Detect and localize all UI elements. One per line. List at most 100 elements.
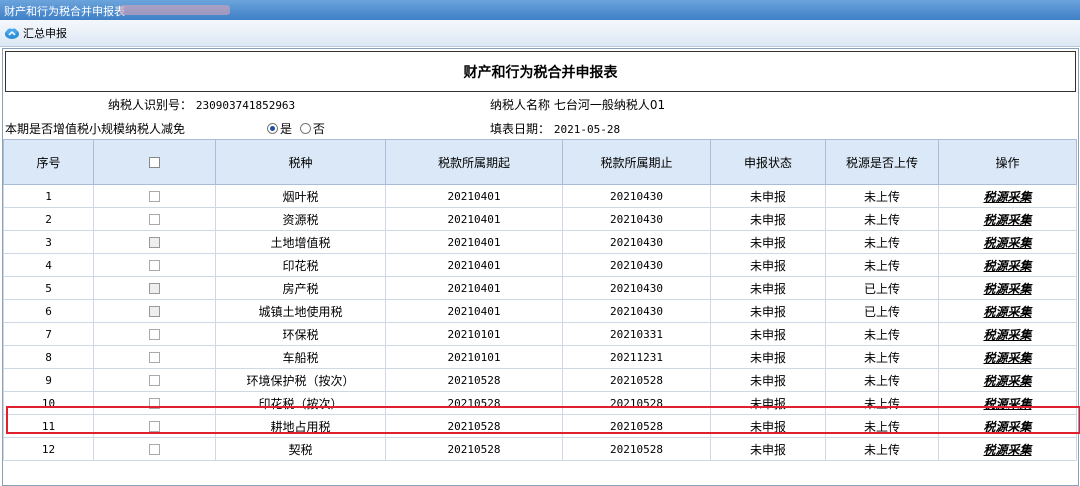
row-select <box>93 368 216 392</box>
collect-source-link[interactable]: 税源采集 <box>983 351 1031 365</box>
row-tax: 房产税 <box>215 276 386 300</box>
table-row[interactable]: 7 环保税 20210101 20210331 未申报 未上传 税源采集 <box>3 322 1077 346</box>
row-end: 20210528 <box>562 368 711 392</box>
row-checkbox[interactable] <box>149 329 160 340</box>
row-no: 5 <box>3 276 94 300</box>
select-all-checkbox[interactable] <box>149 157 160 168</box>
row-start: 20210101 <box>385 322 563 346</box>
cloud-icon <box>5 28 19 39</box>
form-panel: 财产和行为税合并申报表 纳税人识别号： 230903741852963 纳税人名… <box>2 48 1080 486</box>
table-row[interactable]: 9 环境保护税（按次） 20210528 20210528 未申报 未上传 税源采集 <box>3 368 1077 392</box>
row-tax: 环保税 <box>215 322 386 346</box>
table-row[interactable]: 5 房产税 20210401 20210430 未申报 已上传 税源采集 <box>3 276 1077 300</box>
row-tax: 车船税 <box>215 345 386 369</box>
collect-source-link[interactable]: 税源采集 <box>983 259 1031 273</box>
col-header-start: 税款所属期起 <box>385 139 563 185</box>
relief-no-radio[interactable] <box>299 123 311 134</box>
collect-source-link[interactable]: 税源采集 <box>983 190 1031 204</box>
taxpayer-name-row: 纳税人名称 七台河一般纳税人01 <box>490 96 665 113</box>
table-row[interactable]: 2 资源税 20210401 20210430 未申报 未上传 税源采集 <box>3 207 1077 231</box>
row-status: 未申报 <box>710 253 826 277</box>
row-upload: 未上传 <box>825 391 939 415</box>
relief-yes-radio[interactable] <box>267 123 278 134</box>
table-row[interactable]: 3 土地增值税 20210401 20210430 未申报 未上传 税源采集 <box>3 230 1077 254</box>
fill-date-row: 填表日期： 2021-05-28 <box>490 120 620 137</box>
row-checkbox[interactable] <box>149 260 160 271</box>
row-status: 未申报 <box>710 414 826 438</box>
row-end: 20210430 <box>562 253 711 277</box>
row-checkbox[interactable] <box>149 352 160 363</box>
table-row[interactable]: 1 烟叶税 20210401 20210430 未申报 未上传 税源采集 <box>3 184 1077 208</box>
row-start: 20210401 <box>385 184 563 208</box>
row-status: 未申报 <box>710 230 826 254</box>
row-action: 税源采集 <box>938 437 1077 461</box>
row-checkbox[interactable] <box>149 237 160 248</box>
row-no: 11 <box>3 414 94 438</box>
table-row[interactable]: 8 车船税 20210101 20211231 未申报 未上传 税源采集 <box>3 345 1077 369</box>
row-tax: 印花税（按次） <box>215 391 386 415</box>
row-upload: 未上传 <box>825 437 939 461</box>
relief-no-label: 否 <box>312 122 325 136</box>
table-row[interactable]: 10 印花税（按次） 20210528 20210528 未申报 未上传 税源采集 <box>3 391 1077 415</box>
row-checkbox[interactable] <box>149 306 160 317</box>
row-status: 未申报 <box>710 276 826 300</box>
row-end: 20210331 <box>562 322 711 346</box>
row-action: 税源采集 <box>938 322 1077 346</box>
relief-label: 本期是否增值税小规模纳税人减免 <box>5 122 186 136</box>
row-checkbox[interactable] <box>149 398 160 409</box>
row-checkbox[interactable] <box>149 421 160 432</box>
row-start: 20210101 <box>385 345 563 369</box>
table-row[interactable]: 12 契税 20210528 20210528 未申报 未上传 税源采集 <box>3 437 1077 461</box>
row-end: 20210528 <box>562 437 711 461</box>
row-select <box>93 276 216 300</box>
row-action: 税源采集 <box>938 368 1077 392</box>
row-tax: 资源税 <box>215 207 386 231</box>
collect-source-link[interactable]: 税源采集 <box>983 282 1031 296</box>
row-checkbox[interactable] <box>149 444 160 455</box>
collect-source-link[interactable]: 税源采集 <box>983 213 1031 227</box>
collect-source-link[interactable]: 税源采集 <box>983 305 1031 319</box>
col-header-action: 操作 <box>938 139 1077 185</box>
row-upload: 已上传 <box>825 299 939 323</box>
row-no: 6 <box>3 299 94 323</box>
col-header-select <box>93 139 216 185</box>
row-checkbox[interactable] <box>149 214 160 225</box>
row-upload: 未上传 <box>825 230 939 254</box>
row-action: 税源采集 <box>938 299 1077 323</box>
collect-source-link[interactable]: 税源采集 <box>983 374 1031 388</box>
row-no: 1 <box>3 184 94 208</box>
row-status: 未申报 <box>710 207 826 231</box>
row-checkbox[interactable] <box>149 375 160 386</box>
table-row[interactable]: 4 印花税 20210401 20210430 未申报 未上传 税源采集 <box>3 253 1077 277</box>
collect-source-link[interactable]: 税源采集 <box>983 328 1031 342</box>
summary-declare-button[interactable]: 汇总申报 <box>4 25 67 41</box>
row-status: 未申报 <box>710 299 826 323</box>
row-end: 20210528 <box>562 391 711 415</box>
collect-source-link[interactable]: 税源采集 <box>983 397 1031 411</box>
col-header-status: 申报状态 <box>710 139 826 185</box>
row-checkbox[interactable] <box>149 191 160 202</box>
row-action: 税源采集 <box>938 207 1077 231</box>
row-start: 20210401 <box>385 253 563 277</box>
row-no: 3 <box>3 230 94 254</box>
row-end: 20210528 <box>562 414 711 438</box>
toolbar: 汇总申报 <box>0 20 1080 47</box>
table-row[interactable]: 6 城镇土地使用税 20210401 20210430 未申报 已上传 税源采集 <box>3 299 1077 323</box>
window-title: 财产和行为税合并申报表 <box>4 5 125 18</box>
row-select <box>93 230 216 254</box>
row-tax: 契税 <box>215 437 386 461</box>
collect-source-link[interactable]: 税源采集 <box>983 443 1031 457</box>
row-checkbox[interactable] <box>149 283 160 294</box>
col-header-no: 序号 <box>3 139 94 185</box>
row-upload: 未上传 <box>825 184 939 208</box>
table-row[interactable]: 11 耕地占用税 20210528 20210528 未申报 未上传 税源采集 <box>3 414 1077 438</box>
row-action: 税源采集 <box>938 391 1077 415</box>
col-header-tax: 税种 <box>215 139 386 185</box>
row-select <box>93 437 216 461</box>
collect-source-link[interactable]: 税源采集 <box>983 236 1031 250</box>
row-tax: 印花税 <box>215 253 386 277</box>
taxpayer-name-value: 七台河一般纳税人01 <box>553 98 666 112</box>
row-no: 7 <box>3 322 94 346</box>
row-select <box>93 184 216 208</box>
collect-source-link[interactable]: 税源采集 <box>983 420 1031 434</box>
